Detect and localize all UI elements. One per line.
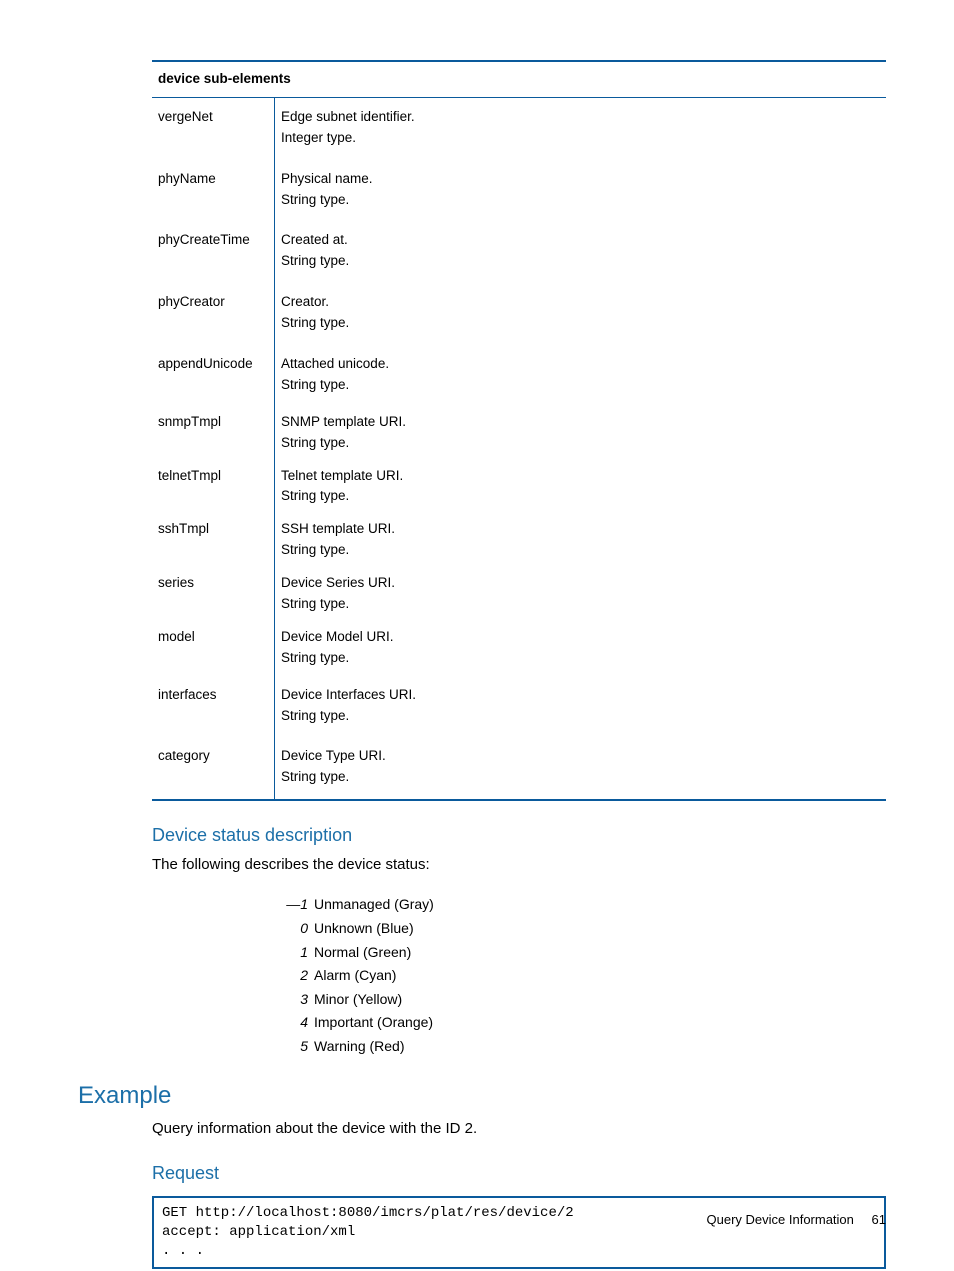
- element-description: SSH template URI. String type.: [275, 514, 887, 568]
- status-item: 2 Alarm (Cyan): [268, 966, 886, 986]
- description-line: Device Interfaces URI.: [281, 686, 880, 705]
- table-row: interfaces Device Interfaces URI. String t…: [152, 676, 886, 738]
- element-name: category: [152, 737, 275, 799]
- description-line: Telnet template URI.: [281, 467, 880, 486]
- element-name: series: [152, 568, 275, 622]
- status-item: 1 Normal (Green): [268, 943, 886, 963]
- element-name: sshTmpl: [152, 514, 275, 568]
- table-row: series Device Series URI. String type.: [152, 568, 886, 622]
- status-code: 1: [268, 943, 308, 963]
- element-description: Telnet template URI.String type.: [275, 461, 887, 515]
- status-code: 3: [268, 990, 308, 1010]
- request-code-block: GET http://localhost:8080/imcrs/plat/res…: [152, 1196, 886, 1269]
- footer-title: Query Device Information: [707, 1212, 854, 1227]
- status-code: 0: [268, 919, 308, 939]
- description-line: Created at.: [281, 231, 880, 250]
- description-line: SNMP template URI.: [281, 413, 880, 432]
- device-status-heading: Device status description: [152, 823, 886, 848]
- element-name: interfaces: [152, 676, 275, 738]
- status-code: 2: [268, 966, 308, 986]
- element-description: Creator. String type.: [275, 283, 887, 345]
- table-row: telnetTmplTelnet template URI.String typ…: [152, 461, 886, 515]
- table-row: category Device Type URI. String type.: [152, 737, 886, 799]
- element-description: Device Type URI. String type.: [275, 737, 887, 799]
- footer-page-number: 61: [872, 1212, 886, 1227]
- example-heading: Example: [78, 1079, 886, 1113]
- description-line: Device Type URI.: [281, 747, 880, 766]
- element-name: appendUnicode: [152, 345, 275, 407]
- status-label: Unmanaged (Gray): [314, 895, 434, 915]
- element-description: Device Interfaces URI. String type.: [275, 676, 887, 738]
- element-name: model: [152, 622, 275, 676]
- status-item: —1 Unmanaged (Gray): [268, 895, 886, 915]
- status-label: Unknown (Blue): [314, 919, 414, 939]
- page-footer: Query Device Information 61: [707, 1211, 887, 1229]
- status-label: Alarm (Cyan): [314, 966, 396, 986]
- example-intro: Query information about the device with …: [152, 1118, 886, 1139]
- element-description: Created at. String type.: [275, 221, 887, 283]
- element-name: phyCreateTime: [152, 221, 275, 283]
- status-item: 4 Important (Orange): [268, 1013, 886, 1033]
- description-line: Creator.: [281, 293, 880, 312]
- description-line: String type.: [281, 707, 880, 726]
- element-description: Device Model URI. String type.: [275, 622, 887, 676]
- element-description: Edge subnet identifier. Integer type.: [275, 97, 887, 159]
- description-line: String type.: [281, 434, 880, 453]
- description-line: Device Series URI.: [281, 574, 880, 593]
- element-description: Physical name. String type.: [275, 160, 887, 222]
- description-line: String type.: [281, 252, 880, 271]
- table-row: sshTmpl SSH template URI. String type.: [152, 514, 886, 568]
- status-code: 4: [268, 1013, 308, 1033]
- table-header: device sub-elements: [152, 62, 886, 97]
- table-row: vergeNet Edge subnet identifier. Integer t…: [152, 97, 886, 159]
- table-row: model Device Model URI. String type.: [152, 622, 886, 676]
- description-line: Physical name.: [281, 170, 880, 189]
- description-line: String type.: [281, 314, 880, 333]
- table-row: snmpTmpl SNMP template URI. String type.: [152, 407, 886, 461]
- table-row: appendUnicode Attached unicode. String typ…: [152, 345, 886, 407]
- description-line: SSH template URI.: [281, 520, 880, 539]
- description-line: String type.: [281, 595, 880, 614]
- element-name: snmpTmpl: [152, 407, 275, 461]
- description-line: String type.: [281, 541, 880, 560]
- element-name: phyCreator: [152, 283, 275, 345]
- element-description: Attached unicode. String type.: [275, 345, 887, 407]
- status-label: Minor (Yellow): [314, 990, 402, 1010]
- description-line: String type.: [281, 376, 880, 395]
- status-item: 5 Warning (Red): [268, 1037, 886, 1057]
- status-code: —1: [268, 895, 308, 915]
- description-line: String type.: [281, 649, 880, 668]
- table-row: phyCreateTime Created at. String type.: [152, 221, 886, 283]
- description-line: String type.: [281, 191, 880, 210]
- description-line: String type.: [281, 487, 880, 506]
- description-line: Device Model URI.: [281, 628, 880, 647]
- table-row: phyName Physical name. String type.: [152, 160, 886, 222]
- status-item: 3 Minor (Yellow): [268, 990, 886, 1010]
- status-list: —1 Unmanaged (Gray) 0 Unknown (Blue) 1 Normal…: [268, 895, 886, 1056]
- element-name: phyName: [152, 160, 275, 222]
- status-label: Warning (Red): [314, 1037, 405, 1057]
- element-description: Device Series URI. String type.: [275, 568, 887, 622]
- description-line: String type.: [281, 768, 880, 787]
- request-heading: Request: [152, 1161, 886, 1186]
- element-name: vergeNet: [152, 97, 275, 159]
- description-line: Attached unicode.: [281, 355, 880, 374]
- device-status-intro: The following describes the device statu…: [152, 854, 886, 875]
- element-description: SNMP template URI. String type.: [275, 407, 887, 461]
- status-code: 5: [268, 1037, 308, 1057]
- description-line: Edge subnet identifier.: [281, 108, 880, 127]
- element-name: telnetTmpl: [152, 461, 275, 515]
- status-label: Important (Orange): [314, 1013, 433, 1033]
- device-sub-elements-table: device sub-elements vergeNetEdge subnet …: [152, 60, 886, 801]
- description-line: Integer type.: [281, 129, 880, 148]
- status-item: 0 Unknown (Blue): [268, 919, 886, 939]
- table-row: phyCreator Creator. String type.: [152, 283, 886, 345]
- status-label: Normal (Green): [314, 943, 411, 963]
